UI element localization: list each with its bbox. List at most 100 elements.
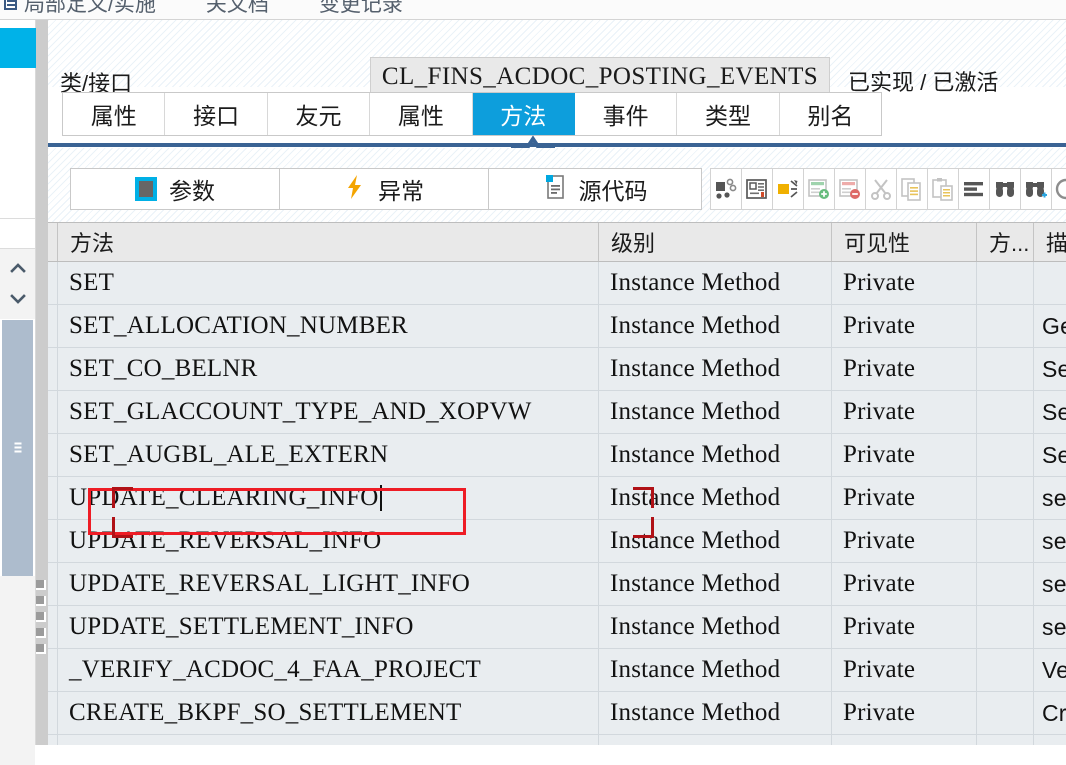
cell-level[interactable]: Instance Method bbox=[599, 520, 832, 562]
table-row[interactable]: SET_AUGBL_ALE_EXTERNInstance MethodPriva… bbox=[48, 434, 1066, 477]
cell-description[interactable]: set bbox=[1034, 477, 1066, 519]
cell-flag[interactable] bbox=[977, 563, 1034, 605]
cell-visibility[interactable]: Private bbox=[832, 348, 977, 390]
cell-visibility[interactable]: Private bbox=[832, 735, 977, 745]
cell-method[interactable]: UPDATE_REVERSAL_LIGHT_INFO bbox=[58, 563, 599, 605]
parameters-button[interactable]: 参数 bbox=[70, 168, 279, 210]
column-header-description[interactable]: 描述 bbox=[1034, 223, 1066, 261]
row-selector-cell[interactable] bbox=[48, 520, 58, 562]
row-selector-cell[interactable] bbox=[48, 348, 58, 390]
table-row[interactable]: CREATE_BKPF_SO_SETTLEMENTInstance Method… bbox=[48, 692, 1066, 735]
cell-method[interactable]: _VERIFY_ACDOC_4_FAA_PROJECT bbox=[58, 649, 599, 691]
delete-row-icon-button[interactable] bbox=[834, 168, 865, 210]
cut-icon-button[interactable] bbox=[865, 168, 896, 210]
find-next-icon-button[interactable] bbox=[1020, 168, 1051, 210]
vertical-scrollbar-track[interactable] bbox=[0, 576, 35, 765]
cell-level[interactable]: Instance Method bbox=[599, 606, 832, 648]
cell-method[interactable]: UPDATE_SETTLEMENT_INFO bbox=[58, 606, 599, 648]
row-selector-cell[interactable] bbox=[48, 692, 58, 734]
cell-level[interactable]: Instance Method bbox=[599, 434, 832, 476]
exceptions-button[interactable]: 异常 bbox=[279, 168, 488, 210]
table-row[interactable]: UPDATE_REVERSAL_LIGHT_INFOInstance Metho… bbox=[48, 563, 1066, 606]
cell-level[interactable]: Instance Method bbox=[599, 262, 832, 304]
cell-visibility[interactable]: Private bbox=[832, 649, 977, 691]
insert-row-icon-button[interactable] bbox=[803, 168, 834, 210]
menu-item-change-log[interactable]: 变更记录 bbox=[319, 0, 419, 18]
scroll-up-icon[interactable] bbox=[10, 260, 26, 276]
cell-description[interactable]: Ver bbox=[1034, 649, 1066, 691]
table-row[interactable]: UPDATE_REVERSAL_INFOInstance MethodPriva… bbox=[48, 520, 1066, 563]
tab-interfaces[interactable]: 接口 bbox=[165, 93, 267, 135]
cell-level[interactable]: Instance Method bbox=[599, 477, 832, 519]
cell-flag[interactable] bbox=[977, 434, 1034, 476]
splitter-grip-icon[interactable] bbox=[36, 580, 48, 670]
row-selector-cell[interactable] bbox=[48, 305, 58, 347]
cell-visibility[interactable]: Private bbox=[832, 391, 977, 433]
cell-description[interactable]: Cre bbox=[1034, 735, 1066, 745]
cell-method[interactable]: SET_GLACCOUNT_TYPE_AND_XOPVW bbox=[58, 391, 599, 433]
refresh-icon-button[interactable] bbox=[1051, 168, 1066, 210]
row-selector-cell[interactable] bbox=[48, 477, 58, 519]
column-header-visibility[interactable]: 可见性 bbox=[832, 223, 977, 261]
menu-item-related-document[interactable]: 关文档 bbox=[206, 0, 285, 18]
table-row[interactable]: UPDATE_CLEARING_INFOInstance MethodPriva… bbox=[48, 477, 1066, 520]
table-row[interactable]: SETInstance MethodPrivate bbox=[48, 262, 1066, 305]
cell-level[interactable]: Instance Method bbox=[599, 348, 832, 390]
cell-visibility[interactable]: Private bbox=[832, 692, 977, 734]
table-row[interactable]: SET_ALLOCATION_NUMBERInstance MethodPriv… bbox=[48, 305, 1066, 348]
cell-visibility[interactable]: Private bbox=[832, 262, 977, 304]
row-selector-cell[interactable] bbox=[48, 262, 58, 304]
cell-description[interactable]: Set bbox=[1034, 348, 1066, 390]
tab-attributes[interactable]: 属性 bbox=[370, 93, 472, 135]
source-code-button[interactable]: 源代码 bbox=[488, 168, 702, 210]
column-header-level[interactable]: 级别 bbox=[599, 223, 832, 261]
cell-level[interactable]: Instance Method bbox=[599, 692, 832, 734]
cell-description[interactable]: Set bbox=[1034, 434, 1066, 476]
table-row[interactable]: _VERIFY_ACDOC_4_FAA_PROJECTInstance Meth… bbox=[48, 649, 1066, 692]
cell-method[interactable]: CREATE_BKPF_SO_SETTLEMENT bbox=[58, 692, 599, 734]
tab-friends[interactable]: 友元 bbox=[268, 93, 370, 135]
cell-level[interactable]: Instance Method bbox=[599, 563, 832, 605]
redefine-icon-button[interactable] bbox=[710, 168, 741, 210]
tab-types[interactable]: 类型 bbox=[677, 93, 779, 135]
class-hierarchy-icon-button[interactable] bbox=[741, 168, 772, 210]
cell-flag[interactable] bbox=[977, 348, 1034, 390]
column-header-method[interactable]: 方法 bbox=[58, 223, 599, 261]
copy-icon-button[interactable] bbox=[896, 168, 927, 210]
cell-visibility[interactable]: Private bbox=[832, 305, 977, 347]
tab-events[interactable]: 事件 bbox=[575, 93, 677, 135]
cell-level[interactable]: Instance Method bbox=[599, 391, 832, 433]
cell-method[interactable]: SET_CO_BELNR bbox=[58, 348, 599, 390]
cell-flag[interactable] bbox=[977, 391, 1034, 433]
paste-icon-button[interactable] bbox=[927, 168, 958, 210]
cell-method[interactable]: SET_ALLOCATION_NUMBER bbox=[58, 305, 599, 347]
cell-level[interactable]: Instance Method bbox=[599, 305, 832, 347]
implementation-icon-button[interactable] bbox=[772, 168, 803, 210]
cell-description[interactable]: set bbox=[1034, 520, 1066, 562]
table-row[interactable]: CREATE_BKPFInstance MethodPrivateCre bbox=[48, 735, 1066, 745]
cell-level[interactable]: Instance Method bbox=[599, 649, 832, 691]
row-selector-cell[interactable] bbox=[48, 563, 58, 605]
cell-flag[interactable] bbox=[977, 649, 1034, 691]
table-row[interactable]: SET_GLACCOUNT_TYPE_AND_XOPVWInstance Met… bbox=[48, 391, 1066, 434]
tab-methods[interactable]: 方法 bbox=[473, 93, 575, 135]
tab-properties-1[interactable]: 属性 bbox=[63, 93, 165, 135]
row-selector-cell[interactable] bbox=[48, 391, 58, 433]
cell-method[interactable]: CREATE_BKPF bbox=[58, 735, 599, 745]
cell-description[interactable] bbox=[1034, 262, 1066, 304]
cell-flag[interactable] bbox=[977, 477, 1034, 519]
cell-visibility[interactable]: Private bbox=[832, 434, 977, 476]
cell-flag[interactable] bbox=[977, 262, 1034, 304]
cell-method[interactable]: UPDATE_REVERSAL_INFO bbox=[58, 520, 599, 562]
scroll-down-icon[interactable] bbox=[10, 291, 26, 307]
cell-description[interactable]: Cre bbox=[1034, 692, 1066, 734]
tab-aliases[interactable]: 别名 bbox=[780, 93, 881, 135]
cell-description[interactable]: set bbox=[1034, 606, 1066, 648]
cell-method-selected[interactable]: UPDATE_CLEARING_INFO bbox=[58, 477, 599, 519]
sort-icon-button[interactable] bbox=[958, 168, 989, 210]
class-name-field[interactable]: CL_FINS_ACDOC_POSTING_EVENTS bbox=[370, 57, 830, 97]
cell-description[interactable]: set bbox=[1034, 563, 1066, 605]
cell-visibility[interactable]: Private bbox=[832, 606, 977, 648]
cell-flag[interactable] bbox=[977, 692, 1034, 734]
find-icon-button[interactable] bbox=[989, 168, 1020, 210]
